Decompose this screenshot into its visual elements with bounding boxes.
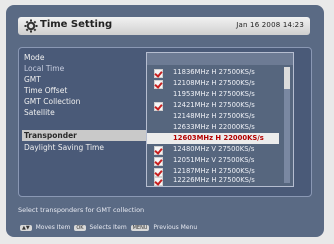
transponder-label: 11953MHz H 27500KS/s: [173, 90, 255, 98]
hint-previous: Previous Menu: [153, 224, 198, 231]
clock-date: Jan 16 2008 14:23: [236, 21, 304, 29]
transponder-label: 11836MHz H 27500KS/s: [173, 68, 255, 76]
dropdown-header-strip: [147, 53, 293, 65]
transponder-label: 12226MHz H 27500KS/s: [173, 176, 255, 184]
transponder-row[interactable]: 12226MHz H 27500KS/s: [147, 175, 279, 186]
transponder-row[interactable]: 12480MHz V 27500KS/s: [147, 144, 279, 155]
menu-item-satellite[interactable]: Satellite: [24, 108, 55, 117]
transponder-label: 12148MHz H 27500KS/s: [173, 112, 255, 120]
hint-select: Selects Item: [89, 224, 127, 231]
gear-icon: [24, 19, 38, 33]
menu-item-gmt-collection[interactable]: GMT Collection: [24, 97, 80, 106]
checkbox-checked-icon[interactable]: [154, 177, 163, 186]
transponder-row[interactable]: 12051MHz V 27500KS/s: [147, 155, 279, 166]
updown-key-icon: ▲▼: [20, 224, 32, 231]
checkbox-checked-icon[interactable]: [154, 146, 163, 155]
transponder-label: 12603MHz H 22000KS/s: [173, 134, 264, 142]
transponder-label: 12633MHz H 22000KS/s: [173, 123, 255, 131]
checkbox-checked-icon[interactable]: [154, 69, 163, 78]
transponder-label: 12051MHz V 27500KS/s: [173, 156, 255, 164]
transponder-label: 12480MHz V 27500KS/s: [173, 145, 255, 153]
transponder-row[interactable]: 12421MHz H 27500KS/s: [147, 100, 279, 111]
menu-item-time-offset[interactable]: Time Offset: [24, 86, 67, 95]
key-hint-bar: ▲▼ Moves Item OK Selects Item MENU Previ…: [18, 224, 197, 234]
transponder-row[interactable]: 11836MHz H 27500KS/s: [147, 67, 279, 78]
checkbox-checked-icon[interactable]: [154, 157, 163, 166]
menu-key-icon: MENU: [130, 224, 150, 231]
menu-item-daylight-saving-time[interactable]: Daylight Saving Time: [24, 143, 104, 152]
dropdown-scrollbar[interactable]: [284, 67, 290, 183]
tv-screen: Time Setting Jan 16 2008 14:23 Mode Loca…: [6, 5, 324, 237]
menu-item-local-time[interactable]: Local Time: [24, 64, 64, 73]
transponder-row-selected[interactable]: 12603MHz H 22000KS/s: [147, 133, 279, 144]
transponder-label: 12108MHz H 27500KS/s: [173, 79, 255, 87]
transponder-row[interactable]: 12633MHz H 22000KS/s: [147, 122, 279, 133]
hint-move: Moves Item: [35, 224, 71, 231]
menu-item-gmt[interactable]: GMT: [24, 75, 41, 84]
title-bar: Time Setting Jan 16 2008 14:23: [18, 17, 310, 35]
checkbox-checked-icon[interactable]: [154, 80, 163, 89]
transponder-dropdown[interactable]: 11836MHz H 27500KS/s 12108MHz H 27500KS/…: [146, 52, 294, 187]
checkbox-checked-icon[interactable]: [154, 102, 163, 111]
scrollbar-thumb[interactable]: [284, 67, 290, 89]
transponder-row[interactable]: 12108MHz H 27500KS/s: [147, 78, 279, 89]
page-title: Time Setting: [40, 19, 113, 30]
transponder-label: 12187MHz H 27500KS/s: [173, 167, 255, 175]
transponder-row[interactable]: 12148MHz H 27500KS/s: [147, 111, 279, 122]
help-text: Select transponders for GMT collection: [18, 206, 145, 214]
ok-key-icon: OK: [74, 224, 86, 231]
menu-item-mode[interactable]: Mode: [24, 53, 44, 62]
menu-item-transponder[interactable]: Transponder: [24, 131, 77, 140]
transponder-row[interactable]: 11953MHz H 27500KS/s: [147, 89, 279, 100]
transponder-label: 12421MHz H 27500KS/s: [173, 101, 255, 109]
